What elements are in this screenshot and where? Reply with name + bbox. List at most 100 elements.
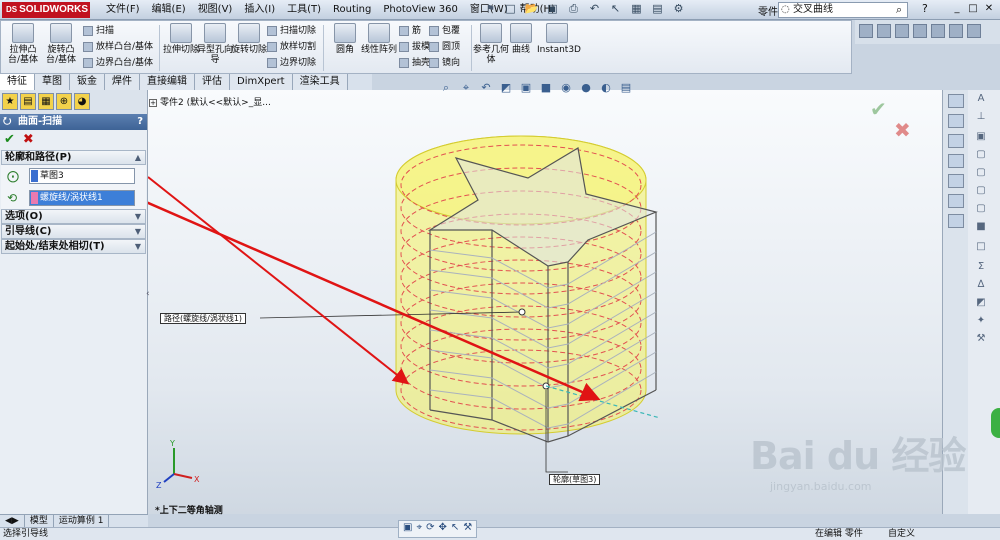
search-input[interactable]: ◌ 交叉曲线 — [778, 2, 908, 18]
menu-routing[interactable]: Routing — [327, 0, 377, 20]
shell-button[interactable]: 抽壳 — [399, 57, 430, 69]
toolbar-icon[interactable] — [949, 24, 963, 38]
view-settings-icon[interactable]: ▤ — [620, 82, 632, 94]
wrap-button[interactable]: 包覆 — [429, 25, 460, 37]
undo-icon[interactable]: ↶ — [587, 1, 602, 17]
feature-tree-root[interactable]: + 零件2 (默认<<默认>_显... — [149, 95, 271, 108]
revolve-cut-button[interactable]: 旋转切除 — [231, 23, 267, 55]
feature-manager-icon[interactable]: ★ — [2, 93, 18, 110]
linear-pattern-button[interactable]: 线性阵列 — [361, 23, 397, 55]
shaded-view-icon[interactable]: ■ — [974, 220, 988, 234]
expand-chevron-icon[interactable]: ▼ — [135, 210, 141, 224]
display-style-icon[interactable]: ■ — [540, 82, 552, 94]
edit-appearance-icon[interactable]: ● — [580, 82, 592, 94]
options-gear-icon[interactable]: ⚙ — [671, 1, 686, 17]
tab-direct-edit[interactable]: 直接编辑 — [140, 74, 195, 90]
extrude-cut-button[interactable]: 拉伸切除 — [163, 23, 199, 55]
help-button[interactable]: ? — [137, 114, 143, 130]
back-view-icon[interactable]: ▢ — [974, 202, 988, 216]
property-manager-icon[interactable]: ▤ — [20, 93, 36, 110]
expand-icon[interactable]: + — [149, 99, 157, 107]
search-results-icon[interactable] — [948, 154, 964, 168]
pin-menu-icon[interactable]: ⚑ — [486, 4, 495, 15]
toolbar-icon[interactable] — [859, 24, 873, 38]
tab-nav-arrows[interactable]: ◀▶ — [0, 515, 25, 527]
sum-icon[interactable]: Σ — [974, 260, 988, 274]
solidworks-resources-icon[interactable] — [948, 94, 964, 108]
view-orientation-icon[interactable]: ▣ — [520, 82, 532, 94]
design-library-icon[interactable] — [948, 114, 964, 128]
cancel-button[interactable]: ✖ — [23, 132, 34, 148]
measure-icon[interactable]: ∆ — [974, 278, 988, 292]
triad-icon[interactable]: ✦ — [974, 314, 988, 328]
collapse-chevron-icon[interactable]: ▲ — [135, 151, 141, 165]
start-end-tangency-group[interactable]: 起始处/结束处相切(T) ▼ — [1, 239, 146, 254]
lofted-cut-button[interactable]: 放样切割 — [267, 41, 316, 53]
zoom-fit-icon[interactable]: ▣ — [403, 522, 412, 536]
profile-selection-box[interactable]: 草图3 — [29, 168, 135, 184]
help-icon[interactable]: ? — [922, 2, 928, 15]
fillet-button[interactable]: 圆角 — [327, 23, 363, 55]
normal-to-icon[interactable]: ⊥ — [974, 110, 988, 124]
abc-spellcheck-icon[interactable]: A — [974, 92, 988, 106]
tab-model[interactable]: 模型 — [25, 515, 54, 527]
tools-icon[interactable]: ⚒ — [463, 522, 472, 536]
isometric-view-icon[interactable]: ▣ — [974, 130, 988, 144]
open-folder-icon[interactable]: 📂 — [524, 1, 539, 17]
tab-render-tools[interactable]: 渲染工具 — [292, 74, 348, 90]
curves-button[interactable]: 曲线 — [503, 23, 539, 55]
ok-button[interactable]: ✔ — [4, 132, 15, 148]
hide-show-icon[interactable]: ◉ — [560, 82, 572, 94]
tab-dimxpert[interactable]: DimXpert — [230, 74, 293, 90]
section-icon[interactable]: ◩ — [974, 296, 988, 310]
select-icon[interactable]: ↖ — [608, 1, 623, 17]
instant3d-button[interactable]: Instant3D — [537, 23, 581, 55]
view-palette-icon[interactable] — [948, 174, 964, 188]
zoom-area-icon[interactable]: ⌖ — [460, 82, 472, 94]
mirror-button[interactable]: 镜向 — [429, 57, 460, 69]
tab-motion-study[interactable]: 运动算例 1 — [54, 515, 110, 527]
revolve-boss-button[interactable]: 旋转凸台/基体 — [43, 23, 79, 65]
right-view-icon[interactable]: ▢ — [974, 184, 988, 198]
file-explorer-icon[interactable] — [948, 134, 964, 148]
panel-splitter-handle[interactable]: ‹ — [146, 284, 152, 304]
dome-button[interactable]: 圆顶 — [429, 41, 460, 53]
search-button-icon[interactable]: ⌕ — [896, 3, 902, 17]
profile-callout[interactable]: 轮廓(草图3) — [549, 474, 601, 485]
options-group[interactable]: 选项(O) ▼ — [1, 209, 146, 224]
boundary-cut-button[interactable]: 边界切除 — [267, 57, 316, 69]
minimize-icon[interactable]: _ — [950, 1, 964, 17]
restore-icon[interactable]: □ — [966, 1, 980, 17]
section-view-icon[interactable]: ◩ — [500, 82, 512, 94]
new-document-icon[interactable]: □ — [503, 1, 518, 17]
zoom-to-fit-icon[interactable]: ⌕ — [440, 82, 452, 94]
hidden-lines-icon[interactable]: □ — [974, 240, 988, 254]
tab-weldments[interactable]: 焊件 — [105, 74, 140, 90]
dimxpert-manager-icon[interactable]: ⊕ — [56, 93, 72, 110]
previous-view-icon[interactable]: ↶ — [480, 82, 492, 94]
menu-tools[interactable]: 工具(T) — [281, 0, 327, 20]
rotate-icon[interactable]: ⟳ — [426, 522, 434, 536]
path-callout[interactable]: 路径(螺旋线/涡状线1) — [160, 313, 247, 324]
tab-features[interactable]: 特征 — [0, 74, 35, 90]
tab-sketch[interactable]: 草图 — [35, 74, 70, 90]
swept-cut-button[interactable]: 扫描切除 — [267, 25, 316, 37]
guide-curves-group[interactable]: 引导线(C) ▼ — [1, 224, 146, 239]
expand-chevron-icon[interactable]: ▼ — [135, 240, 141, 254]
front-view-icon[interactable]: ▢ — [974, 148, 988, 162]
toolbar-icon[interactable] — [877, 24, 891, 38]
print-icon[interactable]: ⎙ — [566, 1, 581, 17]
hole-wizard-button[interactable]: 异型孔向导 — [197, 23, 233, 65]
draft-button[interactable]: 拔模 — [399, 41, 430, 53]
rebuild-icon[interactable]: ▦ — [629, 1, 644, 17]
expand-chevron-icon[interactable]: ▼ — [135, 225, 141, 239]
select-icon[interactable]: ↖ — [451, 522, 459, 536]
confirm-cancel-icon[interactable]: ✖ — [894, 118, 911, 142]
tab-evaluate[interactable]: 评估 — [195, 74, 230, 90]
status-custom-menu[interactable]: 自定义 — [888, 528, 915, 540]
tab-sheet-metal[interactable]: 钣金 — [70, 74, 105, 90]
wrench-icon[interactable]: ⚒ — [974, 332, 988, 346]
path-selection-box[interactable]: 螺旋线/涡状线1 — [29, 190, 135, 206]
menu-edit[interactable]: 编辑(E) — [146, 0, 192, 20]
top-view-icon[interactable]: ▢ — [974, 166, 988, 180]
